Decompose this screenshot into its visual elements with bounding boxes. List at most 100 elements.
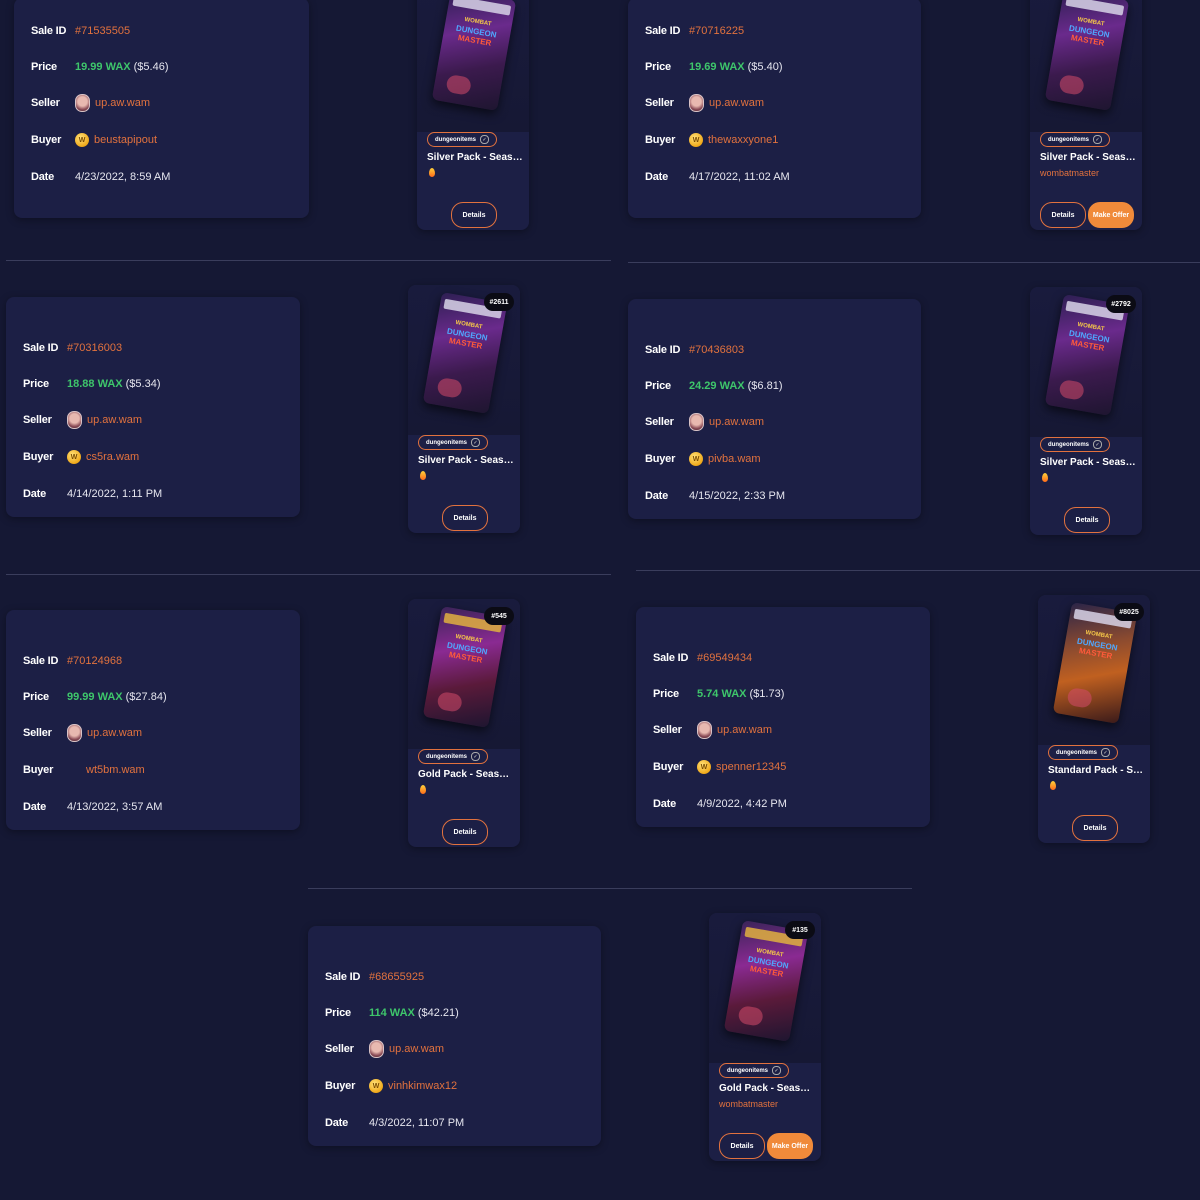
sale-id-link[interactable]: #70124968 [67,655,122,667]
buyer-link[interactable]: wt5bm.wam [86,764,145,776]
price-label: Price [645,380,671,392]
make-offer-button[interactable]: Make Offer [767,1133,813,1159]
card-seller[interactable]: wombatmaster [1040,168,1099,178]
sale-id-link[interactable]: #70316003 [67,342,122,354]
price-row: Price 5.74 WAX ($1.73) [653,684,784,704]
details-button[interactable]: Details [1064,507,1110,533]
pack-logo: WOMBAT DUNGEON MASTER [1065,14,1113,48]
asset-name: Standard Pack - Se... [1048,765,1144,776]
asset-card[interactable]: WOMBAT DUNGEON MASTER #545 dungeonitems ✓ Gold… [408,599,520,847]
buyer-link[interactable]: vinhkimwax12 [388,1080,457,1092]
date-label: Date [23,801,47,813]
make-offer-button[interactable]: Make Offer [1088,202,1134,228]
pack-image[interactable]: WOMBAT DUNGEON MASTER #135 [709,913,821,1063]
buyer-label: Buyer [645,134,676,146]
seller-row: Seller up.aw.wam [653,720,772,740]
price-usd: ($27.84) [125,691,167,703]
sale-id-link[interactable]: #70436803 [689,344,744,356]
buyer-avatar: W [697,760,711,774]
pack-image[interactable]: WOMBAT DUNGEON MASTER #545 [408,599,520,749]
buyer-row: Buyer Wcs5ra.wam [23,447,139,467]
pack-image[interactable]: WOMBAT DUNGEON MASTER #2792 [1030,287,1142,437]
details-button[interactable]: Details [1072,815,1118,841]
collection-badge[interactable]: dungeonitems ✓ [418,435,489,450]
asset-card[interactable]: WOMBAT DUNGEON MASTER dungeonitems ✓ Silver P… [1030,0,1142,230]
collection-badge[interactable]: dungeonitems ✓ [1048,745,1119,760]
collection-badge[interactable]: dungeonitems ✓ [1040,437,1111,452]
pack-glow [1066,686,1094,709]
details-button[interactable]: Details [442,819,488,845]
pack-image[interactable]: WOMBAT DUNGEON MASTER #2611 [408,285,520,435]
asset-name: Gold Pack - Season 2 [418,769,514,780]
price-usd: ($5.46) [133,61,169,73]
collection-badge[interactable]: dungeonitems ✓ [1040,132,1111,147]
date-row: Date 4/17/2022, 11:02 AM [645,167,790,187]
sale-id-link[interactable]: #71535505 [75,25,130,37]
date-row: Date 4/15/2022, 2:33 PM [645,486,785,506]
asset-name: Silver Pack - Seaso... [418,455,514,466]
seller-link[interactable]: up.aw.wam [717,724,772,736]
buyer-label: Buyer [23,451,54,463]
buyer-label: Buyer [31,134,62,146]
collection-badge[interactable]: dungeonitems ✓ [719,1063,790,1078]
sale-id-row: Sale ID #69549434 [653,648,752,668]
buyer-row: Buyer Wvinhkimwax12 [325,1076,457,1096]
date-row: Date 4/13/2022, 3:57 AM [23,797,162,817]
seller-label: Seller [23,727,52,739]
collection-name: dungeonitems [1048,136,1090,143]
seller-link[interactable]: up.aw.wam [709,97,764,109]
collection-name: dungeonitems [727,1067,769,1074]
details-button[interactable]: Details [451,202,497,228]
details-button[interactable]: Details [442,505,488,531]
sale-id-link[interactable]: #68655925 [369,971,424,983]
sale-date: 4/3/2022, 11:07 PM [369,1117,465,1129]
seller-link[interactable]: up.aw.wam [87,727,142,739]
buyer-link[interactable]: cs5ra.wam [86,451,139,463]
collection-name: dungeonitems [1048,441,1090,448]
buyer-link[interactable]: pivba.wam [708,453,761,465]
sale-id-row: Sale ID #68655925 [325,967,424,987]
asset-card[interactable]: WOMBAT DUNGEON MASTER dungeonitems ✓ Silver P… [417,0,529,230]
asset-card[interactable]: WOMBAT DUNGEON MASTER #8025 dungeonitems ✓ Sta… [1038,595,1150,843]
asset-card[interactable]: WOMBAT DUNGEON MASTER #135 dungeonitems ✓ Gold… [709,913,821,1161]
pack-logo: WOMBAT DUNGEON MASTER [744,945,792,979]
seller-link[interactable]: up.aw.wam [389,1043,444,1055]
seller-row: Seller up.aw.wam [31,93,150,113]
asset-card[interactable]: WOMBAT DUNGEON MASTER #2611 dungeonitems ✓ Sil… [408,285,520,533]
buyer-label: Buyer [653,761,684,773]
details-button[interactable]: Details [719,1133,765,1159]
seller-link[interactable]: up.aw.wam [87,414,142,426]
date-label: Date [645,490,669,502]
collection-badge[interactable]: dungeonitems ✓ [418,749,489,764]
buyer-avatar: W [689,452,703,466]
seller-label: Seller [645,97,674,109]
pack-image[interactable]: WOMBAT DUNGEON MASTER [1030,0,1142,132]
price-label: Price [645,61,671,73]
asset-name: Silver Pack - Seaso... [427,152,523,163]
sale-id-link[interactable]: #70716225 [689,25,744,37]
price-usd: ($1.73) [749,688,785,700]
asset-name: Silver Pack - Seaso... [1040,457,1136,468]
card-seller[interactable]: wombatmaster [719,1099,778,1109]
flame-icon [420,785,426,794]
price-usd: ($42.21) [417,1007,459,1019]
collection-name: dungeonitems [426,753,468,760]
buyer-link[interactable]: beustapipout [94,134,157,146]
sale-id-link[interactable]: #69549434 [697,652,752,664]
price-row: Price 114 WAX ($42.21) [325,1003,459,1023]
buyer-link[interactable]: spenner12345 [716,761,786,773]
seller-link[interactable]: up.aw.wam [709,416,764,428]
pack-image[interactable]: WOMBAT DUNGEON MASTER #8025 [1038,595,1150,745]
seller-label: Seller [31,97,60,109]
buyer-link[interactable]: thewaxxyone1 [708,134,778,146]
price-label: Price [31,61,57,73]
sale_id-label: Sale ID [653,652,689,664]
seller-link[interactable]: up.aw.wam [95,97,150,109]
details-button[interactable]: Details [1040,202,1086,228]
collection-badge[interactable]: dungeonitems ✓ [427,132,498,147]
asset-card[interactable]: WOMBAT DUNGEON MASTER #2792 dungeonitems ✓ Sil… [1030,287,1142,535]
price-wax: 5.74 WAX [697,688,747,700]
pack-art: WOMBAT DUNGEON MASTER [1044,0,1130,111]
sale-info-panel: Sale ID #69549434 Price 5.74 WAX ($1.73) Sell… [636,607,930,827]
pack-image[interactable]: WOMBAT DUNGEON MASTER [417,0,529,132]
